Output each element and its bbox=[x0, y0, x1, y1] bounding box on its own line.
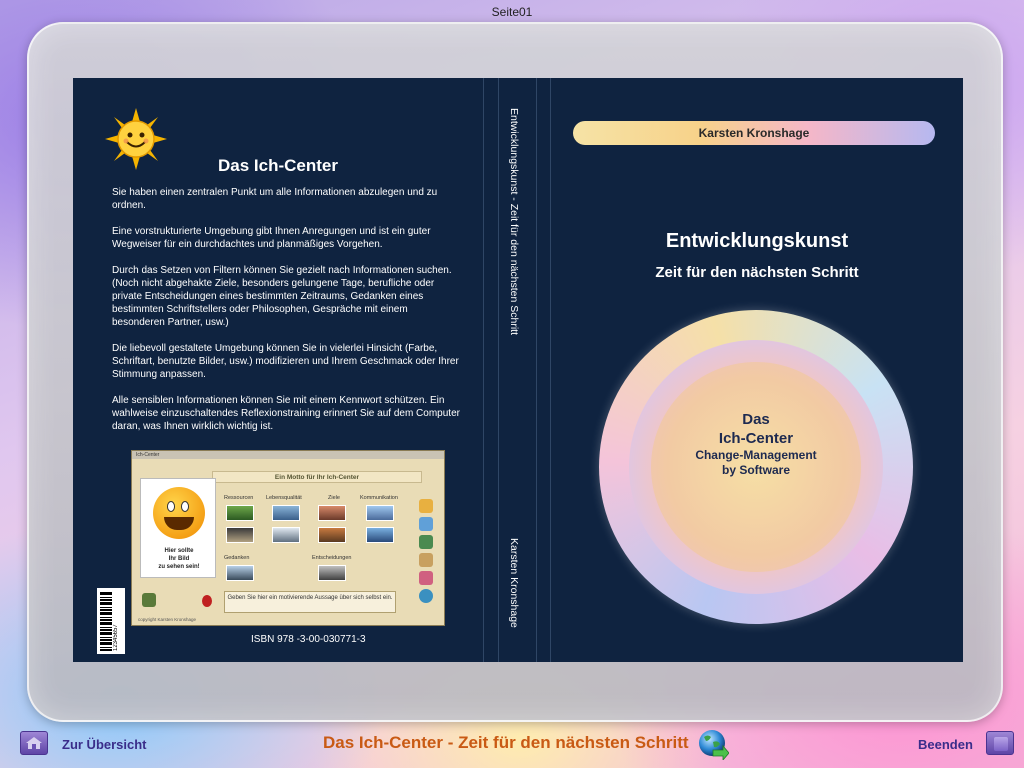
book-spine: Entwicklungskunst - Zeit für den nächste… bbox=[483, 78, 551, 662]
barcode: 12345657 bbox=[97, 588, 125, 654]
book-cover: Das Ich-Center Sie haben einen zentralen… bbox=[73, 78, 963, 662]
photo-caption-line: zu sehen sein! bbox=[158, 564, 200, 570]
software-screenshot: Ich-Center Ein Motto für Ihr Ich-Center … bbox=[131, 450, 445, 626]
category-label: Ressourcen bbox=[224, 495, 254, 501]
category-label: Entscheidungen bbox=[312, 555, 352, 561]
screenshot-window-title: Ich-Center bbox=[132, 451, 444, 459]
front-subtitle: Zeit für den nächsten Schritt bbox=[655, 264, 859, 281]
spine-divider bbox=[536, 78, 537, 662]
screenshot-heading: Ein Motto für Ihr Ich-Center bbox=[212, 471, 422, 483]
home-icon bbox=[26, 737, 42, 749]
category-label: Lebensqualität bbox=[266, 495, 302, 501]
author-bar: Karsten Kronshage bbox=[573, 121, 935, 145]
ribbon-icon bbox=[202, 595, 212, 607]
thumbnail-image bbox=[226, 565, 254, 581]
thumbnail-image bbox=[318, 527, 346, 543]
barcode-number: 12345657 bbox=[113, 624, 119, 651]
barcode-bars bbox=[100, 591, 112, 651]
circle-emblem: Das Ich-Center Change-Management by Soft… bbox=[599, 310, 913, 624]
back-paragraph: Eine vorstrukturierte Umgebung gibt Ihne… bbox=[112, 226, 431, 250]
back-cover: Das Ich-Center Sie haben einen zentralen… bbox=[73, 78, 483, 662]
category-label: Kommunikation bbox=[360, 495, 398, 501]
front-title: Entwicklungskunst bbox=[665, 230, 849, 252]
circle-emblem-text: Das Ich-Center Change-Management by Soft… bbox=[651, 410, 861, 478]
footer-title: Das Ich-Center - Zeit für den nächsten S… bbox=[323, 733, 689, 752]
spine-title: Entwicklungskunst - Zeit für den nächste… bbox=[508, 108, 520, 336]
thumbnail-image bbox=[366, 527, 394, 543]
photo-caption-line: Hier sollte bbox=[164, 548, 194, 554]
circle-emblem-inner: Das Ich-Center Change-Management by Soft… bbox=[629, 340, 883, 594]
emblem-line: by Software bbox=[721, 463, 790, 477]
spine-divider bbox=[498, 78, 499, 662]
front-cover: Karsten Kronshage Entwicklungskunst Zeit… bbox=[551, 78, 963, 662]
toolbar-icon bbox=[419, 589, 433, 603]
screenshot-photo-placeholder: Hier sollte Ihr Bild zu sehen sein! bbox=[140, 478, 216, 578]
back-cover-text: Sie haben einen zentralen Punkt um alle … bbox=[112, 186, 462, 446]
toolbar-icon bbox=[419, 571, 433, 585]
screenshot-footer: copyright Karsten Kronshage bbox=[138, 617, 197, 622]
sun-icon bbox=[105, 108, 167, 170]
thumbnail-image bbox=[366, 505, 394, 521]
page-label: Seite01 bbox=[491, 5, 533, 19]
door-icon bbox=[142, 593, 156, 607]
back-paragraph: Durch das Setzen von Filtern können Sie … bbox=[112, 265, 452, 328]
circle-emblem-core: Das Ich-Center Change-Management by Soft… bbox=[651, 362, 861, 572]
category-label: Gedanken bbox=[224, 555, 250, 561]
thumbnail-image bbox=[272, 527, 300, 543]
category-label: Ziele bbox=[328, 495, 340, 501]
quit-link[interactable]: Beenden bbox=[918, 737, 973, 752]
emblem-line: Ich-Center bbox=[718, 430, 794, 447]
back-paragraph: Sie haben einen zentralen Punkt um alle … bbox=[112, 187, 438, 211]
photo-caption-line: Ihr Bild bbox=[168, 556, 190, 562]
thumbnail-image bbox=[272, 505, 300, 521]
toolbar-icon bbox=[419, 517, 433, 531]
toolbar-icon bbox=[419, 553, 433, 567]
screenshot-quote-field: Geben Sie hier ein motivierende Aussage … bbox=[224, 591, 396, 613]
back-paragraph: Alle sensiblen Informationen können Sie … bbox=[112, 395, 460, 432]
overview-link[interactable]: Zur Übersicht bbox=[62, 737, 147, 752]
spine-author: Karsten Kronshage bbox=[508, 538, 520, 628]
thumbnail-image bbox=[318, 565, 346, 581]
overview-button[interactable] bbox=[20, 731, 48, 755]
globe-arrow-icon[interactable] bbox=[697, 728, 729, 760]
thumbnail-image bbox=[318, 505, 346, 521]
quit-button[interactable] bbox=[986, 731, 1014, 755]
emblem-line: Change-Management bbox=[695, 448, 817, 462]
thumbnail-image bbox=[226, 505, 254, 521]
toolbar-icon bbox=[419, 535, 433, 549]
stop-icon bbox=[994, 737, 1008, 751]
back-paragraph: Die liebevoll gestaltete Umgebung können… bbox=[112, 343, 459, 380]
emblem-line: Das bbox=[742, 411, 770, 428]
smiley-icon bbox=[153, 487, 205, 539]
back-cover-title: Das Ich-Center bbox=[218, 156, 338, 175]
thumbnail-image bbox=[226, 527, 254, 543]
isbn: ISBN 978 -3-00-030771-3 bbox=[251, 634, 366, 645]
toolbar-icon bbox=[419, 499, 433, 513]
photo-caption: Hier sollte Ihr Bild zu sehen sein! bbox=[141, 547, 217, 571]
